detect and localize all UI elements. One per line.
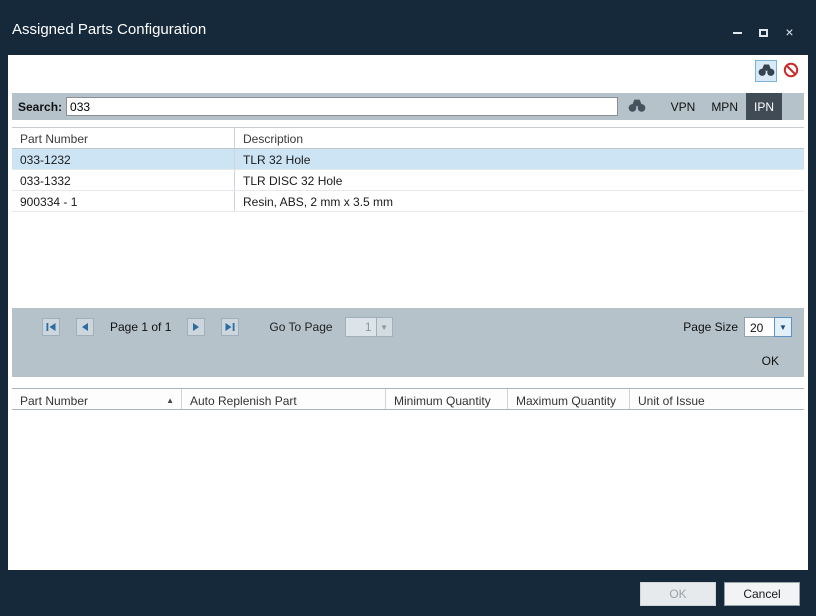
search-binoculars-icon	[628, 98, 646, 116]
maximize-button[interactable]	[757, 26, 770, 39]
search-button[interactable]	[628, 98, 646, 116]
window-controls: ×	[731, 26, 796, 39]
block-icon	[783, 62, 799, 81]
page-indicator: Page 1 of 1	[110, 320, 171, 334]
part-number-cell: 033-1232	[12, 149, 235, 169]
page-size-dropdown-icon[interactable]: ▼	[774, 317, 792, 337]
pager-ok-button[interactable]: OK	[762, 354, 779, 368]
parts-results-table: Part Number Description 033-1232 TLR 32 …	[12, 127, 804, 308]
mode-button-ipn[interactable]: IPN	[746, 93, 782, 120]
main-panel: Search: VPN MPN IPN Part Numb	[8, 55, 808, 570]
table-row[interactable]: 033-1332 TLR DISC 32 Hole	[12, 170, 804, 191]
sort-ascending-icon: ▲	[166, 396, 174, 405]
assigned-parts-table-header: Part Number ▲ Auto Replenish Part Minimu…	[12, 388, 804, 410]
dialog-footer: OK Cancel	[0, 580, 816, 608]
toolbar	[755, 60, 802, 82]
assigned-header-part-number[interactable]: Part Number ▲	[12, 389, 182, 409]
first-page-button[interactable]	[42, 318, 60, 336]
table-row[interactable]: 033-1232 TLR 32 Hole	[12, 149, 804, 170]
minimize-button[interactable]	[731, 26, 744, 39]
go-to-page-combo: ▼	[345, 317, 393, 337]
table-row[interactable]: 900334 - 1 Resin, ABS, 2 mm x 3.5 mm	[12, 191, 804, 212]
page-size-value[interactable]: 20	[744, 317, 774, 337]
close-button[interactable]: ×	[783, 26, 796, 39]
ok-button[interactable]: OK	[640, 582, 716, 606]
mode-button-mpn[interactable]: MPN	[703, 93, 746, 120]
parts-table-header-part-number[interactable]: Part Number	[12, 128, 235, 148]
mode-button-vpn[interactable]: VPN	[663, 93, 704, 120]
search-input[interactable]	[66, 97, 618, 116]
assigned-parts-table: Part Number ▲ Auto Replenish Part Minimu…	[12, 388, 804, 570]
part-number-cell: 900334 - 1	[12, 191, 235, 211]
last-page-button[interactable]	[221, 318, 239, 336]
go-to-page-label: Go To Page	[269, 320, 332, 334]
parts-table-header-description[interactable]: Description	[235, 128, 804, 148]
description-cell: TLR DISC 32 Hole	[235, 170, 804, 190]
go-to-page-dropdown-icon[interactable]: ▼	[377, 317, 393, 337]
minimize-icon	[733, 32, 742, 34]
description-cell: TLR 32 Hole	[235, 149, 804, 169]
parts-table-header: Part Number Description	[12, 128, 804, 149]
assigned-header-unit-of-issue[interactable]: Unit of Issue	[630, 389, 804, 409]
first-page-icon	[46, 320, 56, 335]
assigned-header-auto-replenish[interactable]: Auto Replenish Part	[182, 389, 386, 409]
page-size-group: Page Size 20 ▼	[683, 317, 792, 337]
next-page-button[interactable]	[187, 318, 205, 336]
assigned-parts-configuration-dialog: Assigned Parts Configuration ×	[0, 0, 816, 616]
block-toolbar-button[interactable]	[780, 60, 802, 82]
search-label: Search:	[18, 100, 62, 114]
page-size-label: Page Size	[683, 320, 738, 334]
pager-controls: Page 1 of 1 Go To Page ▼ Pag	[12, 308, 804, 337]
cancel-button[interactable]: Cancel	[724, 582, 800, 606]
assigned-parts-table-body	[12, 410, 804, 570]
assigned-header-maximum-quantity[interactable]: Maximum Quantity	[508, 389, 630, 409]
assigned-header-part-number-label: Part Number	[20, 394, 88, 408]
maximize-icon	[759, 29, 768, 37]
description-cell: Resin, ABS, 2 mm x 3.5 mm	[235, 191, 804, 211]
last-page-icon	[225, 320, 235, 335]
search-bar: Search: VPN MPN IPN	[12, 93, 804, 120]
window-title: Assigned Parts Configuration	[12, 21, 206, 38]
part-number-cell: 033-1332	[12, 170, 235, 190]
next-page-icon	[191, 320, 201, 335]
previous-page-icon	[80, 320, 90, 335]
previous-page-button[interactable]	[76, 318, 94, 336]
binoculars-icon	[758, 63, 775, 80]
pager-strip: Page 1 of 1 Go To Page ▼ Pag	[12, 308, 804, 377]
titlebar: Assigned Parts Configuration ×	[0, 0, 816, 48]
assigned-header-minimum-quantity[interactable]: Minimum Quantity	[386, 389, 508, 409]
search-mode-group: VPN MPN IPN	[663, 93, 782, 120]
go-to-page-input[interactable]	[345, 317, 377, 337]
binoculars-toolbar-button[interactable]	[755, 60, 777, 82]
